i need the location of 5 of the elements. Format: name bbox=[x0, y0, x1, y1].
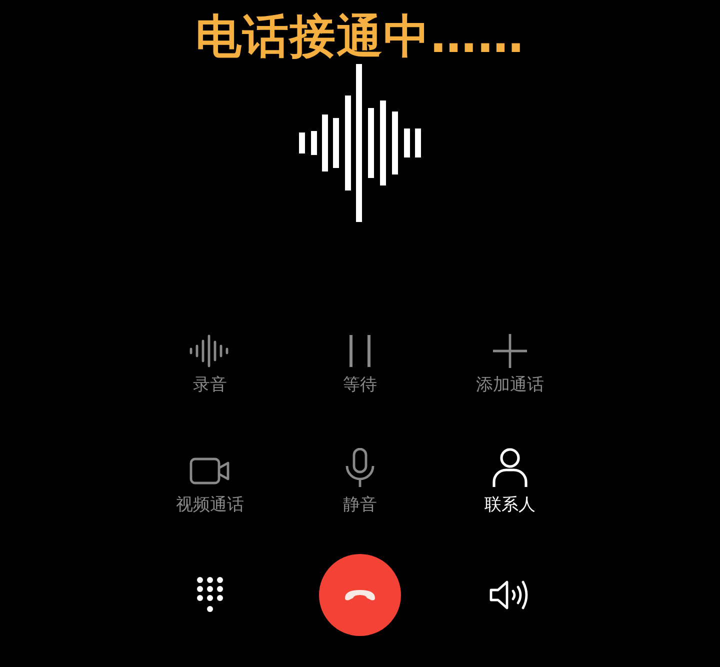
dialpad-icon[interactable] bbox=[195, 575, 225, 615]
call-status-title: 电话接通中…… bbox=[196, 8, 524, 64]
call-action-button[interactable]: 联系人 bbox=[435, 432, 585, 516]
phone-icon bbox=[343, 588, 377, 602]
waveform-icon bbox=[189, 334, 231, 368]
